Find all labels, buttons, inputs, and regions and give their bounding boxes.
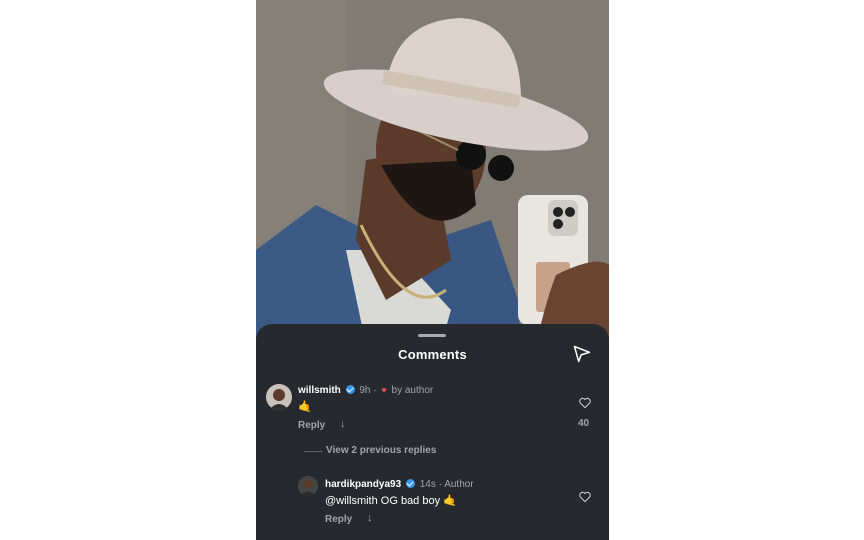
like-heart-icon[interactable] [578,396,592,410]
avatar-hardikpandya93-icon [298,476,318,496]
comment-username[interactable]: willsmith [298,385,341,396]
verified-badge-icon [405,479,415,488]
reply-time: 14s [419,479,436,490]
selfie-illustration [256,0,609,345]
reply-username[interactable]: hardikpandya93 [325,479,401,490]
view-previous-replies[interactable]: View 2 previous replies [326,445,436,456]
reply-header: hardikpandya93 14s · Author [325,479,474,490]
sheet-title: Comments [398,347,467,362]
like-count: 40 [578,418,590,429]
post-photo [256,0,609,345]
heart-icon: ♥ [381,385,387,395]
translate-arrow-icon[interactable]: ↓ [340,418,346,430]
author-tag: Author [444,479,474,490]
verified-badge-icon [345,385,355,394]
comment-text: 🤙 [298,401,312,413]
avatar-willsmith-icon [266,384,292,410]
send-icon[interactable] [572,344,592,364]
meta-separator: · [438,479,442,490]
reply-button[interactable]: Reply [298,420,325,431]
translate-arrow-icon[interactable]: ↓ [367,512,373,524]
reply-text: @willsmith OG bad boy 🤙 [325,495,457,507]
comments-sheet: Comments willsmith 9h · ♥ by author 🤙 Re… [256,324,609,540]
phone-screen: Comments willsmith 9h · ♥ by author 🤙 Re… [256,0,609,540]
comment-time: 9h [359,385,371,396]
avatar[interactable] [266,384,292,410]
meta-separator: · [373,385,377,396]
thread-line [304,451,322,452]
like-heart-icon[interactable] [578,490,592,504]
avatar[interactable] [298,476,318,496]
liked-by-author: by author [391,385,434,396]
drag-handle[interactable] [418,334,446,337]
reply-button[interactable]: Reply [325,514,352,525]
comment-header: willsmith 9h · ♥ by author [298,385,433,396]
